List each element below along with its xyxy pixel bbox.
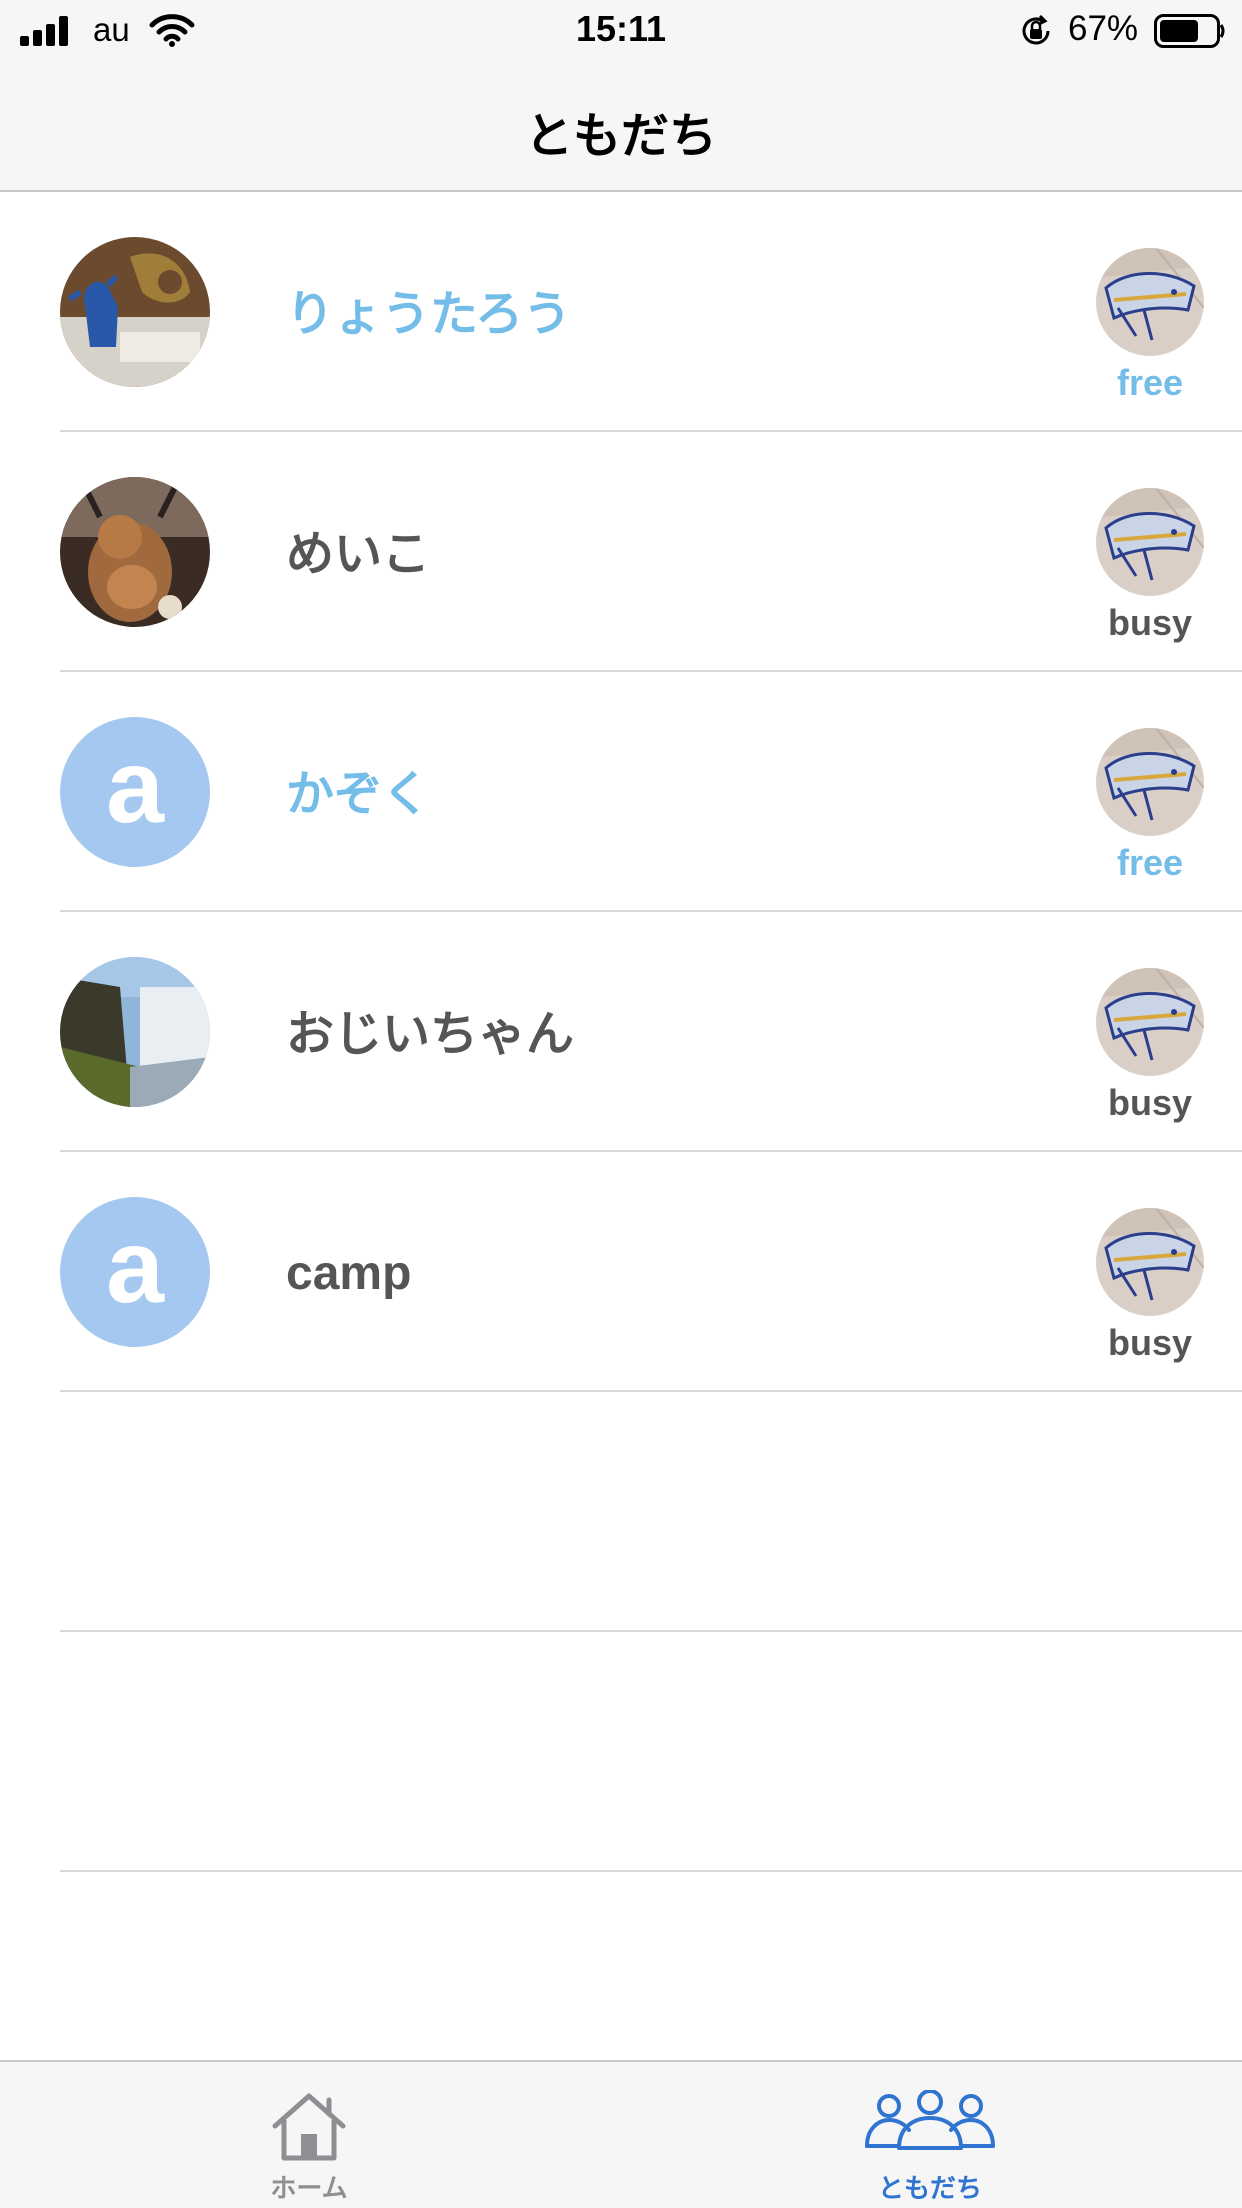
tab-bar: ホーム ともだち	[0, 2060, 1242, 2208]
friends-screen: au 15:11 67% ともだち りょうたろう free めいこ busy a…	[0, 0, 1242, 2208]
friend-name: めいこ	[286, 526, 431, 582]
empty-row	[0, 1392, 1242, 1632]
tab-friends-label: ともだち	[877, 2174, 982, 2204]
friend-list: りょうたろう free めいこ busy a かぞく free おじいちゃん b…	[0, 192, 1242, 1872]
friend-row[interactable]: a camp busy	[0, 1152, 1242, 1392]
friend-row[interactable]: りょうたろう free	[0, 192, 1242, 432]
friend-name: おじいちゃん	[286, 1006, 575, 1062]
people-icon	[865, 2090, 995, 2150]
status-badge: free	[1116, 362, 1184, 403]
tab-home-label: ホーム	[270, 2174, 348, 2204]
avatar	[60, 237, 210, 387]
friend-row[interactable]: めいこ busy	[0, 432, 1242, 672]
avatar	[60, 957, 210, 1107]
friend-name: camp	[286, 1247, 412, 1300]
status-badge: free	[1116, 842, 1184, 883]
status-avatar	[1096, 728, 1204, 836]
tab-friends[interactable]: ともだち	[830, 2062, 1030, 2208]
friend-name: かぞく	[286, 766, 431, 822]
friend-row[interactable]: a かぞく free	[0, 672, 1242, 912]
empty-row	[0, 1632, 1242, 1872]
friend-name: りょうたろう	[286, 286, 572, 342]
status-badge: busy	[1107, 602, 1193, 643]
status-avatar	[1096, 1208, 1204, 1316]
clock: 15:11	[575, 8, 667, 49]
battery-icon	[1154, 14, 1225, 48]
status-badge: busy	[1107, 1322, 1193, 1363]
avatar: a	[60, 1197, 210, 1347]
avatar: a	[60, 717, 210, 867]
navigation-bar: ともだち	[0, 60, 1242, 192]
avatar	[60, 477, 210, 627]
row-divider	[60, 1870, 1242, 1872]
friend-row[interactable]: おじいちゃん busy	[0, 912, 1242, 1152]
tab-home[interactable]: ホーム	[209, 2062, 409, 2208]
status-avatar	[1096, 248, 1204, 356]
status-avatar	[1096, 488, 1204, 596]
page-title: ともだち	[524, 108, 717, 164]
home-icon	[272, 2093, 346, 2161]
status-bar: au 15:11 67%	[0, 0, 1242, 60]
status-badge: busy	[1107, 1082, 1193, 1123]
battery-percent: 67%	[1068, 9, 1139, 48]
rotation-lock-icon	[1022, 14, 1050, 45]
status-avatar	[1096, 968, 1204, 1076]
